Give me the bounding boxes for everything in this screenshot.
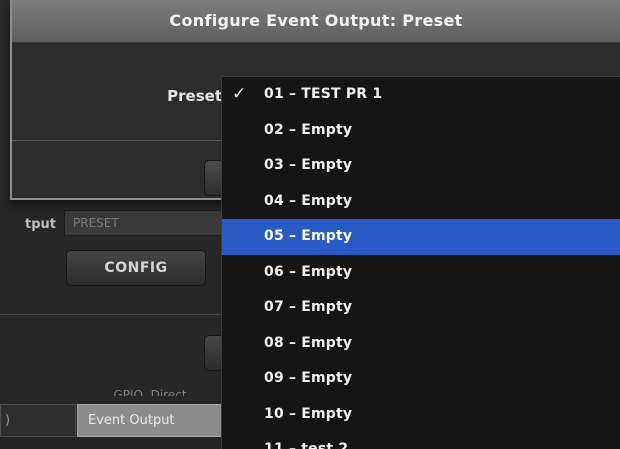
dialog-titlebar[interactable]: Configure Event Output: Preset	[12, 0, 620, 43]
preset-menu-item-label: 09 – Empty	[264, 370, 353, 386]
preset-label: Preset	[167, 87, 222, 105]
preset-menu-item-label: 08 – Empty	[264, 334, 353, 351]
preset-menu-item-label: 05 – Empty	[264, 228, 353, 244]
preset-menu-item[interactable]: 03 – Empty	[222, 148, 620, 184]
preset-menu-item[interactable]: 04 – Empty	[222, 184, 620, 220]
preset-menu-item[interactable]: 07 – Empty	[222, 290, 620, 326]
output-type-field[interactable]: PRESET	[64, 210, 224, 236]
event-output-column-header[interactable]: Event Output	[77, 404, 227, 437]
preset-menu-item-label: 01 – TEST PR 1	[264, 86, 383, 102]
checkmark-icon: ✓	[232, 84, 247, 104]
preset-menu-item-label: 10 – Empty	[264, 405, 353, 422]
preset-menu-item[interactable]: 10 – Empty	[222, 397, 620, 433]
dialog-title: Configure Event Output: Preset	[169, 11, 463, 30]
preset-menu-item[interactable]: 09 – Empty	[222, 361, 620, 397]
preset-menu-item-label: 04 – Empty	[264, 192, 353, 209]
preset-dropdown-menu: ✓ 01 – TEST PR 1 02 – Empty 03 – Empty 04 – …	[221, 76, 620, 449]
input-type-text: GPIO, Direct	[113, 388, 187, 396]
preset-menu-item[interactable]: 08 – Empty	[222, 326, 620, 362]
preset-menu-item[interactable]: 11 – test 2	[222, 432, 620, 449]
preset-menu-item-label: 07 – Empty	[264, 299, 353, 315]
table-cell-left[interactable]: )	[0, 404, 76, 437]
preset-menu-item-label: 03 – Empty	[264, 157, 353, 173]
preset-menu-item-label: 06 – Empty	[264, 263, 353, 280]
preset-menu-item[interactable]: 06 – Empty	[222, 255, 620, 291]
output-label: tput	[25, 217, 56, 232]
preset-menu-item[interactable]: 05 – Empty	[222, 219, 620, 255]
app-window: tput PRESET CONFIG GPIO, Direct ) Event …	[0, 0, 620, 449]
preset-menu-item[interactable]: ✓ 01 – TEST PR 1	[222, 77, 620, 113]
preset-menu-item[interactable]: 02 – Empty	[222, 113, 620, 149]
preset-menu-item-label: 11 – test 2	[264, 441, 349, 449]
config-button[interactable]: CONFIG	[66, 250, 206, 286]
preset-menu-item-label: 02 – Empty	[264, 121, 353, 138]
